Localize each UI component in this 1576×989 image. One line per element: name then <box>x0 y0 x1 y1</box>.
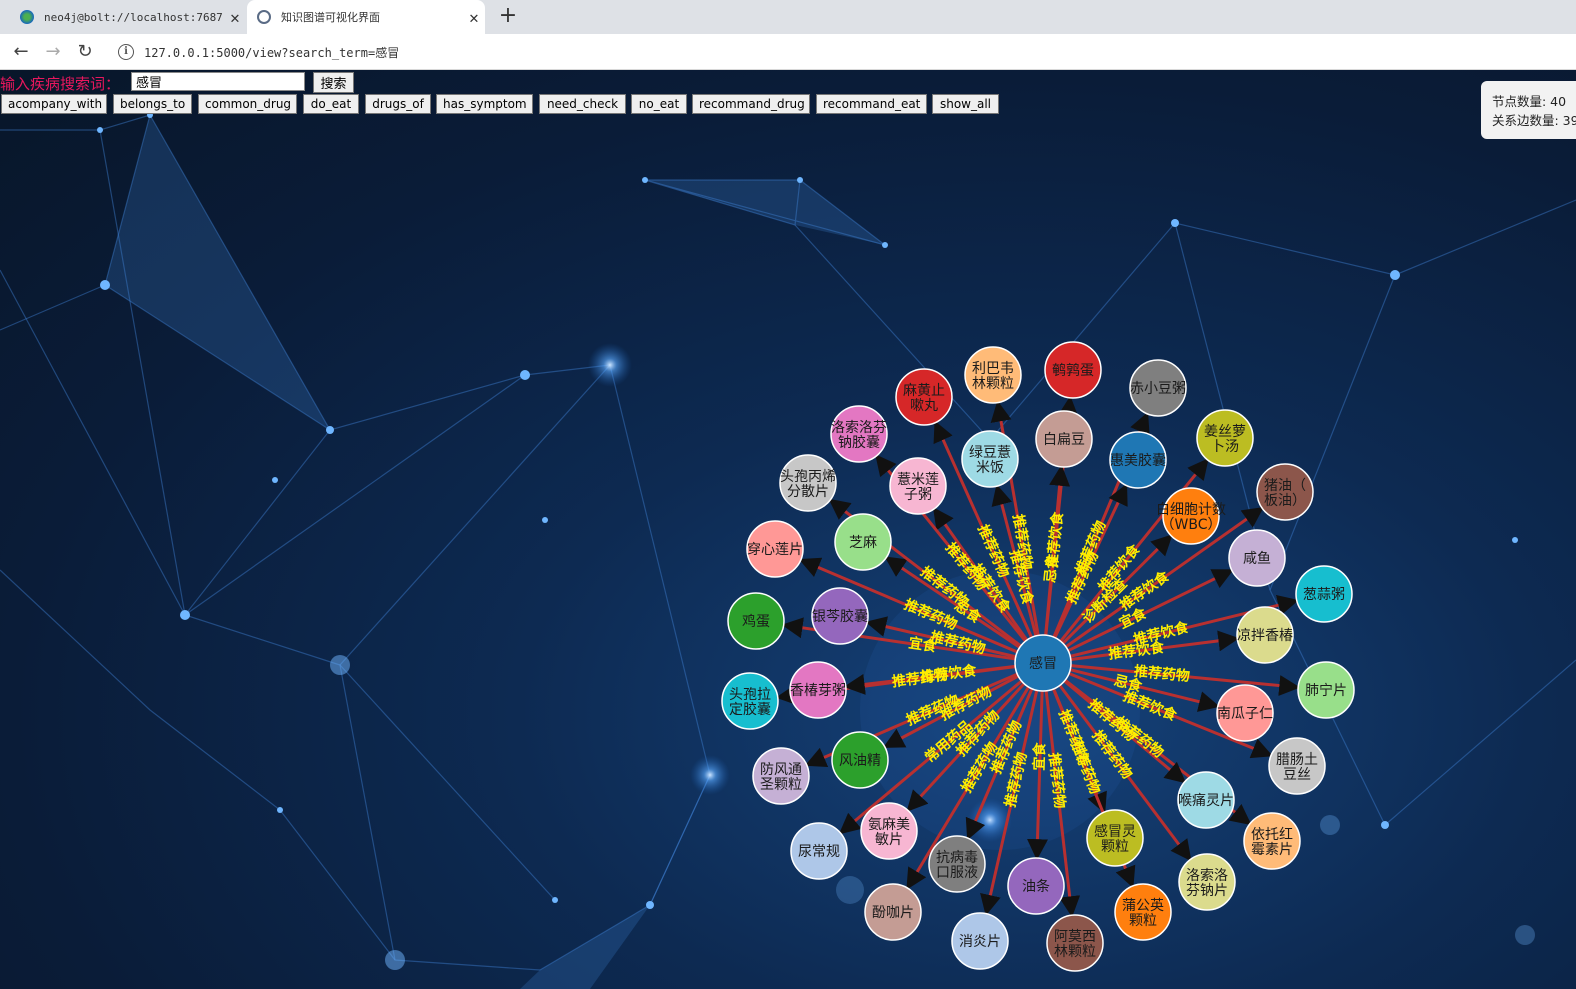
graph-node[interactable]: 喉痛灵片 <box>1177 771 1235 829</box>
edge-label: 推荐饮食 <box>920 662 979 686</box>
graph-node[interactable]: 香椿芽粥 <box>789 661 847 719</box>
page-content: 输入疾病搜索词： 搜索 acompany_with belongs_to com… <box>0 70 1576 989</box>
graph-node[interactable]: 洛索洛芬钠片 <box>1178 853 1236 911</box>
graph-node[interactable]: 咸鱼 <box>1228 529 1286 587</box>
graph-node[interactable]: 鹌鹑蛋 <box>1044 341 1102 399</box>
tab-kg-viewer[interactable]: 知识图谱可视化界面 ✕ <box>247 0 485 34</box>
graph-node[interactable]: 腊肠土豆丝 <box>1268 737 1326 795</box>
node-label: 鸡蛋 <box>742 613 770 630</box>
close-icon[interactable]: ✕ <box>224 8 246 27</box>
node-label: 穿心莲片 <box>747 542 803 558</box>
node-label: 香椿芽粥 <box>790 682 846 699</box>
node-label: 猪油（板油） <box>1264 478 1306 509</box>
graph-node[interactable]: 银芩胶囊 <box>811 587 869 645</box>
graph-node[interactable]: 蒲公英颗粒 <box>1114 883 1172 941</box>
tab-title: 知识图谱可视化界面 <box>281 11 380 24</box>
graph-node[interactable]: 赤小豆粥 <box>1129 359 1187 417</box>
graph-node[interactable]: 依托红霉素片 <box>1243 812 1301 870</box>
node-label: 感冒 <box>1029 655 1057 672</box>
node-label: 头孢拉定胶囊 <box>729 687 771 718</box>
node-label: 利巴韦林颗粒 <box>972 361 1014 392</box>
graph-node[interactable]: 麻黄止嗽丸 <box>895 368 953 426</box>
graph-node[interactable]: 洛索洛芬钠胶囊 <box>830 405 888 463</box>
graph-node[interactable]: 消炎片 <box>951 912 1009 970</box>
edge-label: 推荐药物 <box>1045 752 1068 810</box>
graph-node[interactable]: 油条 <box>1007 857 1065 915</box>
graph-node[interactable]: 头孢拉定胶囊 <box>721 672 779 730</box>
graph-node[interactable]: 猪油（板油） <box>1256 463 1314 521</box>
graph-node[interactable]: 惠美胶囊 <box>1109 431 1167 489</box>
graph-node[interactable]: 白细胞计数（WBC） <box>1156 487 1226 545</box>
node-label: 白细胞计数（WBC） <box>1156 502 1226 533</box>
graph-node[interactable]: 姜丝萝卜汤 <box>1196 409 1254 467</box>
edge-label: 推荐饮食 <box>1107 639 1166 663</box>
forward-icon[interactable]: → <box>41 40 65 64</box>
graph-node[interactable]: 氨麻美敏片 <box>860 802 918 860</box>
node-label: 油条 <box>1022 878 1050 895</box>
node-label: 银芩胶囊 <box>812 608 868 625</box>
node-label: 芝麻 <box>849 535 877 551</box>
neo4j-icon <box>20 10 34 24</box>
node-label: 洛索洛芬钠片 <box>1186 867 1228 899</box>
graph-center-node[interactable]: 感冒 <box>1014 634 1072 692</box>
edge-label: 推荐药物 <box>929 628 987 657</box>
node-label: 消炎片 <box>959 934 1001 950</box>
graph-node[interactable]: 阿莫西林颗粒 <box>1046 914 1104 972</box>
reload-icon[interactable]: ↻ <box>73 40 97 64</box>
graph-node[interactable]: 葱蒜粥 <box>1295 565 1353 623</box>
knowledge-graph[interactable]: 推荐饮食 推荐药物推荐饮食推荐饮食宜食推荐饮食推荐饮食推荐药物推荐饮食忌食推荐药物… <box>0 70 1576 989</box>
new-tab-button[interactable]: + <box>496 4 520 30</box>
graph-node[interactable]: 薏米莲子粥 <box>889 457 947 515</box>
node-label: 防风通圣颗粒 <box>760 762 802 793</box>
graph-edge <box>1026 690 1048 861</box>
node-label: 鹌鹑蛋 <box>1052 362 1094 379</box>
node-label: 阿莫西林颗粒 <box>1054 929 1096 960</box>
graph-node[interactable]: 绿豆薏米饭 <box>961 430 1019 488</box>
node-label: 南瓜子仁 <box>1217 706 1273 722</box>
graph-node[interactable]: 头孢丙烯分散片 <box>779 454 837 512</box>
tab-bar: neo4j@bolt://localhost:7687 - ✕ 知识图谱可视化界… <box>0 0 1576 34</box>
edge-label: 宜食 <box>1031 741 1049 771</box>
graph-node[interactable]: 穿心莲片 <box>746 520 804 578</box>
graph-node[interactable]: 利巴韦林颗粒 <box>964 346 1022 404</box>
graph-node[interactable]: 白扁豆 <box>1035 410 1093 468</box>
node-label: 葱蒜粥 <box>1303 586 1345 603</box>
node-label: 依托红霉素片 <box>1251 827 1293 858</box>
close-icon[interactable]: ✕ <box>463 8 485 27</box>
node-label: 抗病毒口服液 <box>936 850 978 881</box>
info-icon[interactable]: i <box>118 44 134 60</box>
globe-icon <box>257 10 271 24</box>
node-label: 喉痛灵片 <box>1178 792 1234 809</box>
node-label: 尿常规 <box>798 844 840 860</box>
node-label: 凉拌香椿 <box>1237 628 1293 644</box>
node-label: 咸鱼 <box>1243 550 1271 567</box>
graph-node[interactable]: 芝麻 <box>834 513 892 571</box>
node-label: 赤小豆粥 <box>1130 380 1186 397</box>
node-label: 头孢丙烯分散片 <box>780 469 836 500</box>
graph-node[interactable]: 南瓜子仁 <box>1216 684 1274 742</box>
address-bar[interactable]: i 127.0.0.1:5000/view?search_term=感冒 <box>110 38 1576 66</box>
tab-neo4j[interactable]: neo4j@bolt://localhost:7687 - ✕ <box>10 0 246 34</box>
graph-node[interactable]: 凉拌香椿 <box>1236 606 1294 664</box>
graph-node[interactable]: 尿常规 <box>790 822 848 880</box>
graph-node[interactable]: 抗病毒口服液 <box>928 835 986 893</box>
back-icon[interactable]: ← <box>9 40 33 64</box>
url-text[interactable]: 127.0.0.1:5000/view?search_term=感冒 <box>144 44 399 61</box>
graph-node[interactable]: 肺宁片 <box>1297 661 1355 719</box>
node-label: 白扁豆 <box>1043 432 1085 448</box>
browser-toolbar: ← → ↻ i 127.0.0.1:5000/view?search_term=… <box>0 34 1576 70</box>
graph-nodes[interactable]: 鹌鹑蛋赤小豆粥姜丝萝卜汤猪油（板油） 咸鱼葱蒜粥凉拌香椿肺宁片腊肠土豆丝 南瓜子仁依… <box>721 341 1355 972</box>
graph-node[interactable]: 风油精 <box>831 731 889 789</box>
graph-node[interactable]: 防风通圣颗粒 <box>752 747 810 805</box>
node-label: 洛索洛芬钠胶囊 <box>831 419 887 451</box>
node-label: 风油精 <box>839 753 881 769</box>
graph-node[interactable]: 鸡蛋 <box>727 592 785 650</box>
node-label: 惠美胶囊 <box>1110 452 1166 469</box>
node-label: 酚咖片 <box>872 905 914 921</box>
tab-title: neo4j@bolt://localhost:7687 - <box>44 10 224 24</box>
edge-label: 忌食 <box>1042 553 1062 583</box>
node-label: 肺宁片 <box>1305 682 1347 699</box>
graph-node[interactable]: 感冒灵颗粒 <box>1086 809 1144 867</box>
graph-node[interactable]: 酚咖片 <box>864 883 922 941</box>
